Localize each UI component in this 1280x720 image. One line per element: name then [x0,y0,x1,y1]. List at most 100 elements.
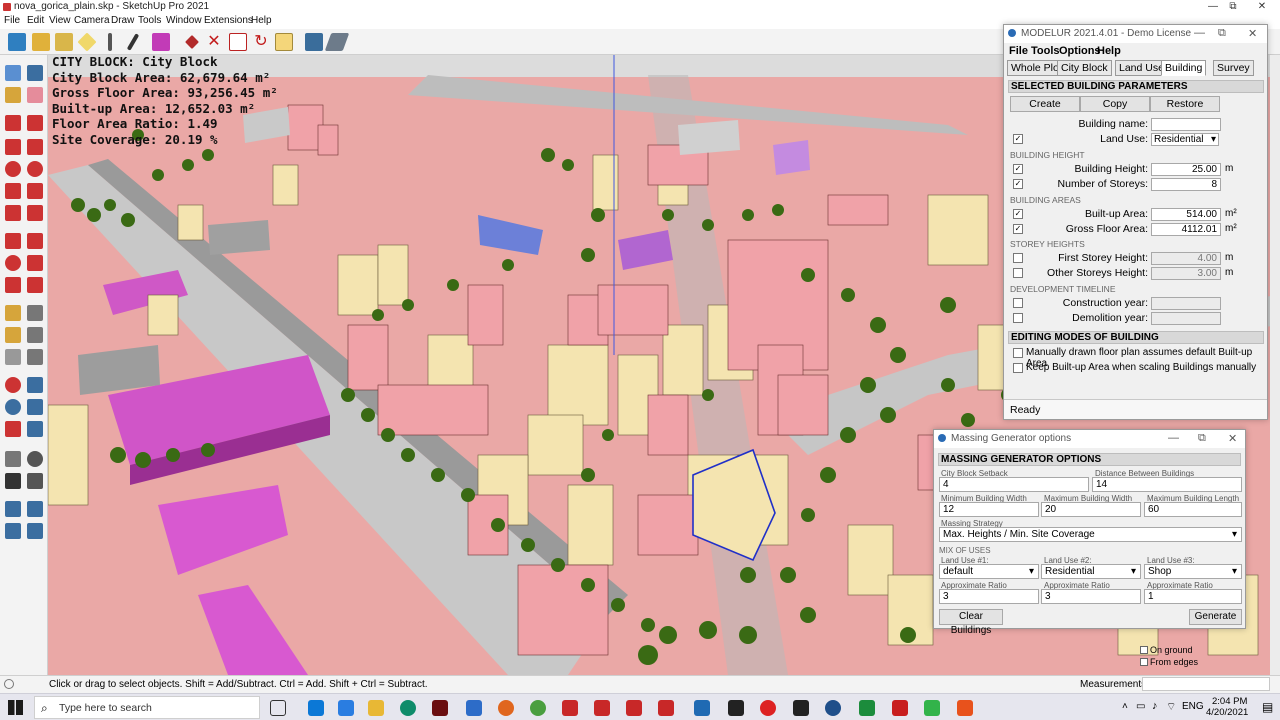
component-icon[interactable] [8,33,26,51]
zoom-tool-icon[interactable] [5,399,21,415]
create-button[interactable]: Create [1010,96,1080,112]
delete-icon[interactable]: ✕ [205,33,223,51]
excel-icon[interactable] [859,700,875,716]
grid-icon[interactable] [305,33,323,51]
circle-tool-icon[interactable] [5,161,21,177]
orbit-tool-icon[interactable] [5,377,21,393]
scale-tool-icon[interactable] [5,277,21,293]
rectangle-tool-icon[interactable] [5,139,21,155]
menu-file[interactable]: File [4,15,20,26]
freehand-tool-icon[interactable] [27,115,43,131]
builtup-checkbox[interactable]: ✓ [1013,209,1023,219]
max-width-field[interactable]: 20 [1041,502,1141,517]
sketchup-taskbar-icon-3[interactable] [626,700,642,716]
construction-year-checkbox[interactable] [1013,298,1023,308]
section-plane-icon[interactable] [27,473,43,489]
menu-draw[interactable]: Draw [111,15,134,26]
modelur-menu-tools[interactable]: Tools [1031,45,1060,57]
land-use-2-select[interactable]: Residential ▾ [1041,564,1141,579]
acrobat-icon[interactable] [892,700,908,716]
gem-icon[interactable] [184,34,200,50]
tab-city-block[interactable]: City Block [1057,60,1112,76]
mode2-checkbox[interactable] [1013,363,1023,373]
generate-button[interactable]: Generate [1189,609,1242,625]
on-ground-checkbox[interactable] [1140,646,1148,654]
tray-up-arrow-icon[interactable]: ˄ [1122,701,1128,712]
two-point-arc-icon[interactable] [27,183,43,199]
storeys-checkbox[interactable]: ✓ [1013,179,1023,189]
windows-start-icon[interactable] [8,700,23,715]
tab-survey[interactable]: Survey [1213,60,1254,76]
distance-field[interactable]: 14 [1092,477,1242,492]
storeys-field[interactable]: 8 [1151,178,1221,191]
polygon-tool-icon[interactable] [27,161,43,177]
menu-window[interactable]: Window [166,15,202,26]
inkscape-icon[interactable] [728,700,744,716]
tab-building[interactable]: Building [1161,60,1207,76]
record-icon[interactable] [760,700,776,716]
component-tool-icon[interactable] [27,65,43,81]
demolition-year-checkbox[interactable] [1013,313,1023,323]
demolition-year-field[interactable] [1151,312,1221,325]
sketchup-taskbar-icon-2[interactable] [594,700,610,716]
book-icon[interactable] [275,33,293,51]
sandbox-scratch-icon[interactable] [27,501,43,517]
notifications-icon[interactable]: ▤ [1262,700,1273,714]
ratio-3-field[interactable]: 1 [1144,589,1242,604]
gfa-field[interactable]: 4112.01 [1151,223,1221,236]
massing-minimize-button[interactable]: — [1168,432,1179,444]
box-icon[interactable] [32,33,50,51]
clock-date[interactable]: 4/20/2021 [1206,707,1248,718]
modelur-menu-options[interactable]: Options [1059,45,1101,57]
camtasia-icon[interactable] [924,700,940,716]
calculator-icon[interactable] [793,700,809,716]
modelur-icon[interactable] [152,33,170,51]
pan-tool-icon[interactable] [27,377,43,393]
clock-time[interactable]: 2:04 PM [1212,696,1247,707]
rhino-icon[interactable] [432,700,448,716]
modelur-minimize-button[interactable]: — [1194,27,1205,39]
restore-button[interactable]: Restore [1150,96,1220,112]
sandbox-from-contours-icon[interactable] [5,501,21,517]
push-pull-icon[interactable] [27,233,43,249]
info-icon[interactable] [4,679,14,689]
report-icon[interactable] [229,33,247,51]
language-indicator[interactable]: ENG [1182,701,1204,712]
first-storey-checkbox[interactable] [1013,253,1023,263]
first-storey-field[interactable]: 4.00 [1151,252,1221,265]
land-use-1-select[interactable]: default ▾ [939,564,1039,579]
walk-tool-icon[interactable] [5,473,21,489]
modelur-maximize-button[interactable]: ⧉ [1218,27,1226,40]
chrome-icon[interactable] [530,700,546,716]
land-use-select[interactable]: Residential ▾ [1151,133,1219,146]
zoom-extents-icon[interactable] [5,421,21,437]
eyedropper-icon[interactable] [108,33,112,51]
zoom-window-icon[interactable] [27,399,43,415]
app-icon[interactable] [400,700,416,716]
pie-tool-icon[interactable] [27,205,43,221]
min-width-field[interactable]: 12 [939,502,1039,517]
measurements-field[interactable] [1142,677,1270,691]
setback-field[interactable]: 4 [939,477,1089,492]
protractor-icon[interactable] [5,327,21,343]
massing-close-button[interactable]: ✕ [1228,432,1237,445]
copy-button[interactable]: Copy [1080,96,1150,112]
previous-view-icon[interactable] [27,421,43,437]
wifi-icon[interactable]: ⌔ [1166,700,1176,714]
builtup-field[interactable]: 514.00 [1151,208,1221,221]
refresh-icon[interactable]: ↻ [252,33,270,51]
modelur-menu-file[interactable]: File [1009,45,1028,57]
menu-camera[interactable]: Camera [74,15,110,26]
mail-icon[interactable] [338,700,354,716]
sketchup-taskbar-icon-4[interactable] [658,700,674,716]
ratio-2-field[interactable]: 3 [1041,589,1141,604]
land-use-checkbox[interactable]: ✓ [1013,134,1023,144]
file-explorer-icon[interactable] [368,700,384,716]
select-tool-icon[interactable] [5,65,21,81]
rotate-tool-icon[interactable] [5,255,21,271]
mode1-checkbox[interactable] [1013,348,1023,358]
sketchup-taskbar-icon[interactable] [562,700,578,716]
massing-maximize-button[interactable]: ⧉ [1198,432,1206,445]
follow-me-icon[interactable] [27,255,43,271]
menu-help[interactable]: Help [251,15,272,26]
